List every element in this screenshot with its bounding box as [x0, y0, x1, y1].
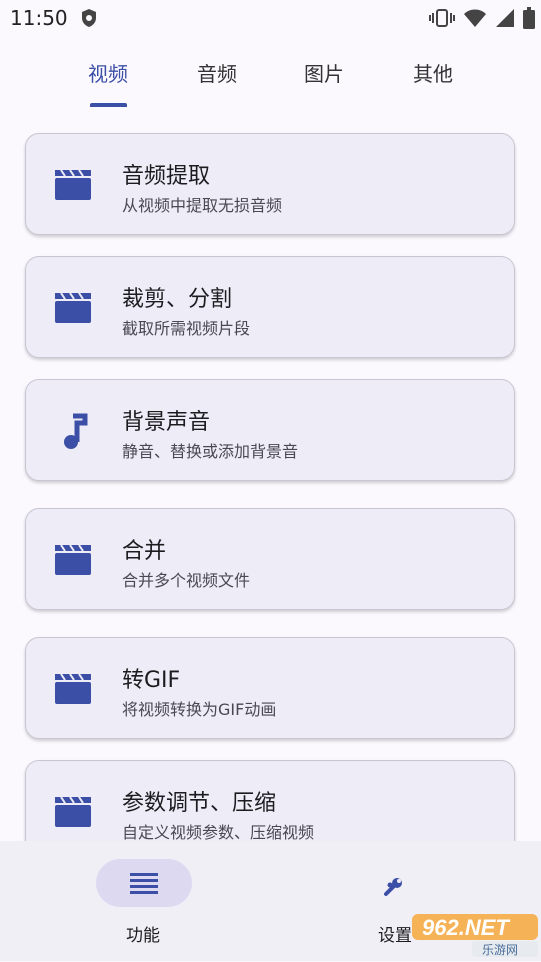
tab-audio[interactable]: 音频	[177, 58, 257, 87]
tab-video[interactable]: 视频	[68, 58, 148, 87]
card-title: 背景声音	[122, 410, 211, 435]
clapperboard-icon	[53, 541, 93, 577]
svg-text:乐游网: 乐游网	[482, 943, 518, 957]
card-subtitle: 将视频转换为GIF动画	[122, 700, 277, 719]
status-bar: 11:50	[0, 0, 541, 36]
svg-text:962.NET: 962.NET	[422, 915, 510, 940]
card-subtitle: 截取所需视频片段	[122, 319, 251, 338]
status-icons	[429, 7, 535, 33]
card-title: 裁剪、分割	[122, 287, 233, 312]
nav-label-functions: 功能	[126, 926, 160, 946]
tab-other[interactable]: 其他	[393, 58, 473, 87]
card-background-sound[interactable]: 背景声音 静音、替换或添加背景音	[25, 379, 515, 481]
card-title: 音频提取	[122, 164, 211, 189]
card-audio-extract[interactable]: 音频提取 从视频中提取无损音频	[25, 133, 515, 235]
signal-icon	[495, 8, 515, 32]
music-note-icon	[53, 412, 93, 449]
watermark-logo: 962.NET 乐游网	[410, 910, 540, 958]
card-subtitle: 合并多个视频文件	[122, 571, 251, 590]
clapperboard-icon	[53, 289, 93, 325]
battery-icon	[523, 7, 535, 33]
card-title: 参数调节、压缩	[122, 791, 277, 816]
clapperboard-icon	[53, 670, 93, 706]
nav-item-functions[interactable]	[96, 859, 192, 907]
card-subtitle: 从视频中提取无损音频	[122, 196, 283, 215]
wifi-icon	[463, 8, 487, 32]
status-time: 11:50	[10, 6, 68, 30]
card-title: 转GIF	[122, 668, 181, 693]
tab-indicator	[90, 103, 127, 107]
card-title: 合并	[122, 539, 167, 564]
card-trim-split[interactable]: 裁剪、分割 截取所需视频片段	[25, 256, 515, 358]
clapperboard-icon	[53, 166, 93, 202]
shield-icon	[80, 8, 98, 32]
tab-image[interactable]: 图片	[284, 58, 364, 87]
nav-label-settings[interactable]: 设置	[378, 921, 412, 946]
card-subtitle: 自定义视频参数、压缩视频	[122, 823, 315, 842]
vibrate-icon	[429, 8, 455, 32]
card-subtitle: 静音、替换或添加背景音	[122, 442, 299, 461]
clapperboard-icon	[53, 793, 93, 829]
card-to-gif[interactable]: 转GIF 将视频转换为GIF动画	[25, 637, 515, 739]
card-merge[interactable]: 合并 合并多个视频文件	[25, 508, 515, 610]
wrench-icon[interactable]	[382, 876, 404, 902]
tab-bar: 视频 音频 图片 其他	[0, 48, 541, 108]
menu-icon	[129, 872, 159, 898]
